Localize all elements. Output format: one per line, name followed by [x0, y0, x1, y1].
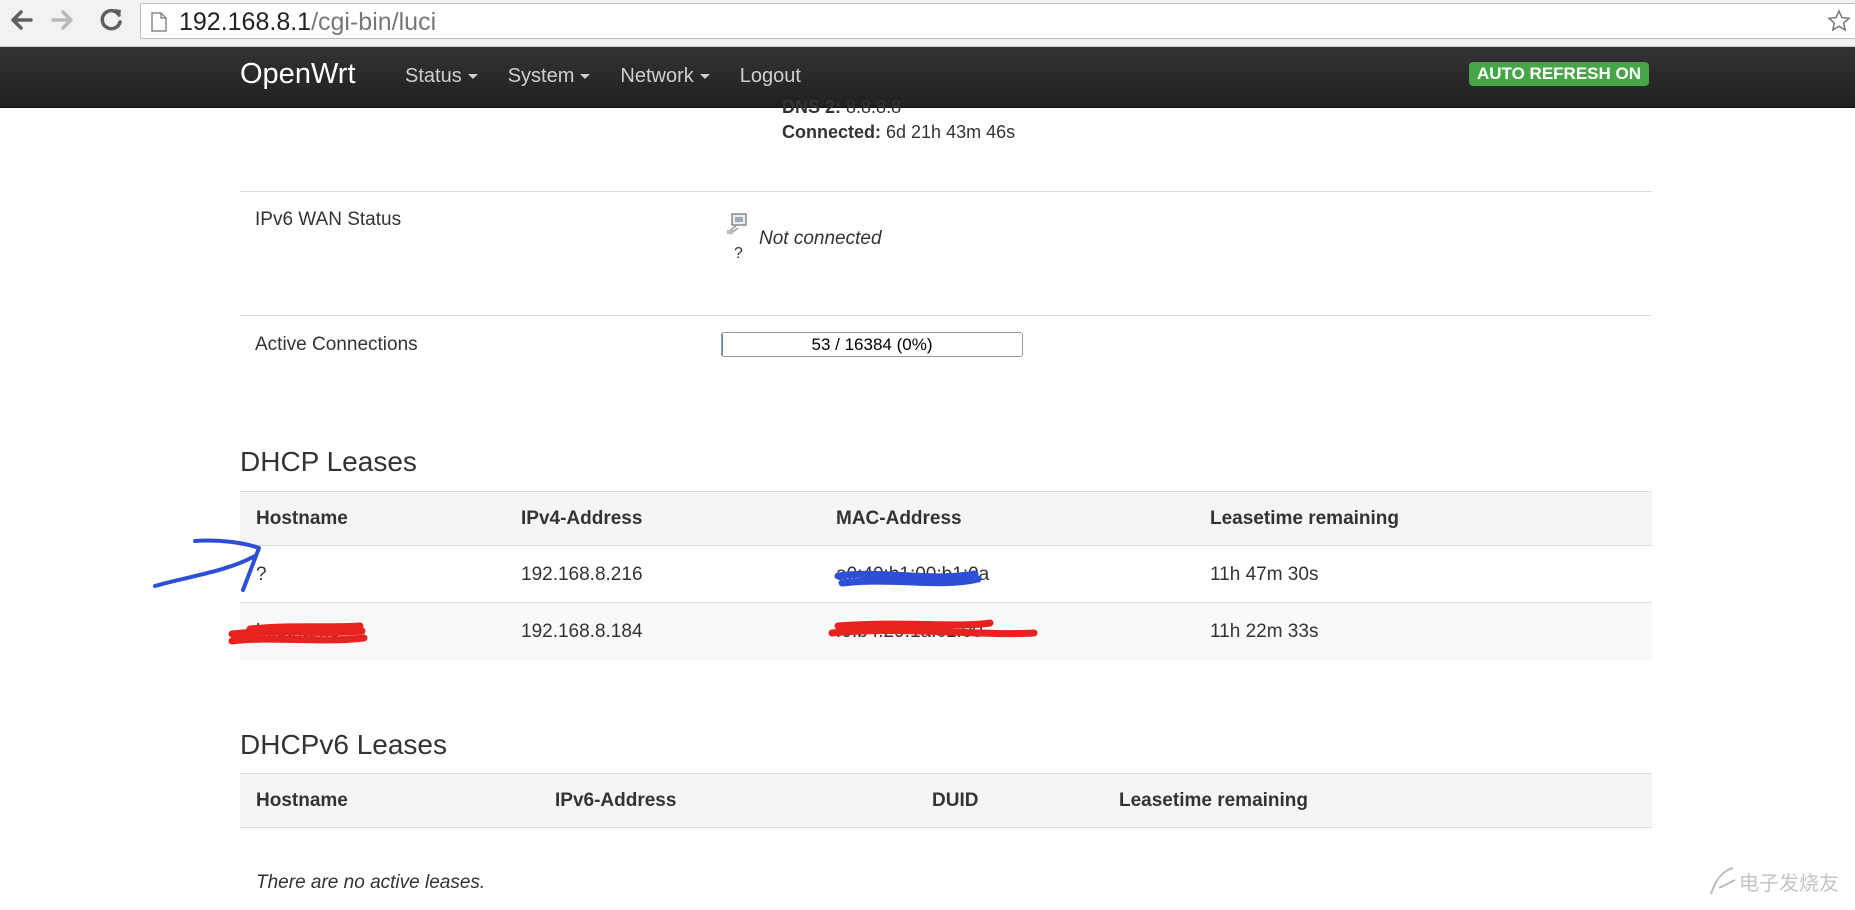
- connected-line: Connected: 6d 21h 43m 46s: [782, 122, 1015, 143]
- table-header: Hostname IPv4-Address MAC-Address Leaset…: [240, 491, 1652, 546]
- column-header-ipv4: IPv4-Address: [521, 508, 643, 529]
- column-header-mac: MAC-Address: [836, 508, 962, 529]
- dhcp-leases-title: DHCP Leases: [240, 446, 417, 477]
- menu-status-label: Status: [405, 65, 462, 87]
- auto-refresh-toggle[interactable]: AUTO REFRESH ON: [1469, 62, 1649, 86]
- cell-mac: a0:40:b1:00:b1:0a: [836, 564, 990, 585]
- menu-system-label: System: [507, 65, 575, 87]
- caret-down-icon: [467, 74, 478, 79]
- url-host: 192.168.8.1: [179, 8, 312, 36]
- ipv6-wan-label: IPv6 WAN Status: [255, 209, 402, 230]
- progress-text: 53 / 16384 (0%): [811, 335, 933, 354]
- menu-logout-label: Logout: [739, 65, 801, 87]
- column-header-leasetime: Leasetime remaining: [1119, 790, 1309, 811]
- column-header-duid: DUID: [932, 790, 979, 811]
- cell-ipv4: 192.168.8.184: [521, 621, 643, 642]
- caret-down-icon: [699, 74, 710, 79]
- cell-leasetime: 11h 22m 33s: [1210, 621, 1319, 642]
- column-header-hostname: Hostname: [256, 508, 348, 529]
- dns2-label: DNS 2:: [782, 97, 842, 117]
- table-row: hostname 192.168.8.184 f0:b4:29:1a:c1:00…: [240, 603, 1652, 660]
- dns2-line: DNS 2: 8.8.8.8: [782, 97, 901, 118]
- cell-leasetime: 11h 47m 30s: [1210, 564, 1319, 585]
- cell-mac: f0:b4:29:1a:c1:00: [836, 621, 983, 642]
- ipv6-icon-caption: ?: [734, 245, 743, 262]
- dns2-value: 8.8.8.8: [846, 97, 902, 117]
- dhcp-leases-table: Hostname IPv4-Address MAC-Address Leaset…: [240, 491, 1652, 660]
- url-path: /cgi-bin/luci: [311, 8, 437, 36]
- column-header-hostname: Hostname: [256, 790, 348, 811]
- forward-arrow-icon[interactable]: [48, 5, 78, 35]
- browser-toolbar: 192.168.8.1/cgi-bin/luci: [0, 0, 1855, 47]
- caret-down-icon: [580, 74, 591, 79]
- page-icon: [151, 12, 167, 37]
- network-disconnected-icon: [726, 212, 750, 241]
- cell-hostname: hostname: [256, 621, 340, 642]
- table-row: ? 192.168.8.216 a0:40:b1:00:b1:0a 11h 47…: [240, 546, 1652, 603]
- ipv6-status-value: Not connected: [759, 228, 882, 249]
- menu-network[interactable]: Network: [620, 65, 710, 88]
- url-text: 192.168.8.1/cgi-bin/luci: [179, 8, 436, 37]
- connected-value: 6d 21h 43m 46s: [886, 122, 1016, 142]
- top-navbar: OpenWrt Status System Network Logout AUT…: [0, 47, 1855, 108]
- menu-status[interactable]: Status: [405, 65, 478, 88]
- reload-icon[interactable]: [96, 5, 126, 35]
- bookmark-star-icon[interactable]: [1827, 9, 1851, 38]
- no-leases-message: There are no active leases.: [256, 872, 486, 893]
- cell-hostname: ?: [256, 564, 267, 585]
- divider: [240, 315, 1652, 316]
- main-menu: Status System Network Logout: [405, 65, 831, 88]
- menu-network-label: Network: [620, 65, 694, 87]
- column-header-ipv6: IPv6-Address: [555, 790, 677, 811]
- connected-label: Connected:: [782, 122, 881, 142]
- divider: [240, 191, 1652, 192]
- svg-text:电子发烧友: 电子发烧友: [1739, 871, 1839, 895]
- dhcpv6-leases-table: Hostname IPv6-Address DUID Leasetime rem…: [240, 773, 1652, 828]
- table-header: Hostname IPv6-Address DUID Leasetime rem…: [240, 773, 1652, 828]
- cell-ipv4: 192.168.8.216: [521, 564, 643, 585]
- menu-logout[interactable]: Logout: [740, 65, 801, 88]
- back-arrow-icon[interactable]: [6, 5, 36, 35]
- active-connections-label: Active Connections: [255, 334, 418, 355]
- address-bar[interactable]: 192.168.8.1/cgi-bin/luci: [140, 3, 1855, 39]
- menu-system[interactable]: System: [508, 65, 591, 88]
- watermark-logo: 电子发烧友: [1705, 862, 1855, 902]
- column-header-leasetime: Leasetime remaining: [1210, 508, 1400, 529]
- active-connections-progress: 53 / 16384 (0%): [721, 332, 1023, 357]
- brand-logo[interactable]: OpenWrt: [240, 58, 356, 91]
- dhcpv6-leases-title: DHCPv6 Leases: [240, 729, 447, 760]
